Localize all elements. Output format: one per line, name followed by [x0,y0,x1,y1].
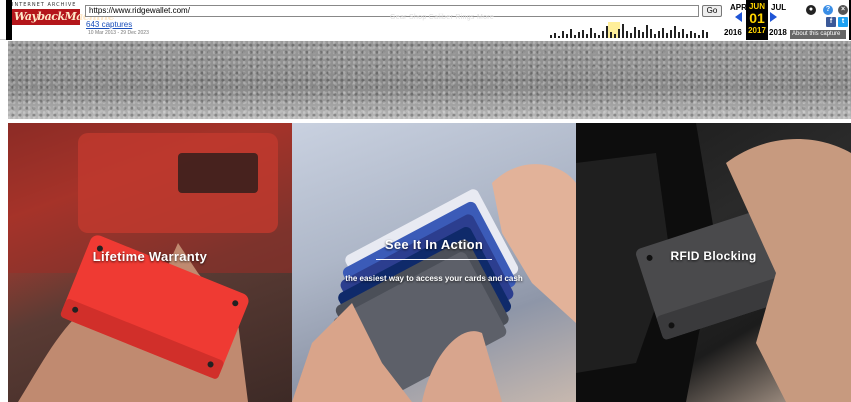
histogram-bar [686,34,688,38]
histogram-bar [590,28,592,38]
page: INTERNET ARCHIVE WaybackMachine https://… [0,0,851,402]
go-button[interactable]: Go [702,5,722,17]
histogram-bar [606,26,608,38]
histogram-bar [578,32,580,38]
user-icon[interactable]: ● [806,5,816,15]
panel-title: Lifetime Warranty [92,249,208,264]
histogram-bar [594,33,596,38]
left-margin [0,119,8,402]
histogram-bar [698,35,700,38]
current-year: 2017 [748,26,766,35]
histogram-bar [554,33,556,38]
about-capture-label: About this capture [792,31,841,37]
histogram-bar [674,26,676,38]
histogram-bar [662,28,664,38]
close-icon[interactable]: × [838,5,848,15]
captures-link[interactable]: 643 captures [86,20,132,29]
histogram-bar [670,30,672,38]
histogram-bar [626,31,628,38]
histogram-bar [550,35,552,38]
histogram-bar [646,25,648,38]
next-month[interactable]: JUL [771,3,786,12]
panel-subtitle: the easiest way to access your cards and… [345,274,523,283]
histogram-bar [690,31,692,38]
ghost-site-nav: Gear Shop Caliber Rings More [390,14,495,21]
histogram-bar [642,32,644,38]
histogram-bar [566,34,568,38]
current-day: 01 [749,10,765,26]
histogram-bar [562,31,564,38]
histogram-bar [650,29,652,38]
next-capture-arrow-icon[interactable] [770,12,777,22]
histogram-bar [618,29,620,38]
wayback-logo[interactable]: INTERNET ARCHIVE WaybackMachine [12,2,115,36]
panel-title: See It In Action [384,237,484,252]
current-date: JUN 01 2017 [746,0,768,40]
histogram-bar [634,27,636,38]
about-capture-button[interactable]: About this capture [790,30,846,39]
histogram-bar [558,36,560,38]
histogram-bar [610,32,612,38]
title-divider [376,259,492,260]
prev-year[interactable]: 2016 [724,28,742,37]
histogram-bar [654,34,656,38]
histogram-bar [694,33,696,38]
capture-date-range: 10 Mar 2013 - 29 Dec 2023 [88,30,149,36]
histogram-bar [598,35,600,38]
histogram-bar [702,30,704,38]
histogram-bar [630,33,632,38]
histogram-bar [586,34,588,38]
help-icon[interactable]: ? [823,5,833,15]
archive-label: INTERNET ARCHIVE [12,2,77,8]
histogram-bar [582,30,584,38]
histogram-bar [614,34,616,38]
histogram-bar [666,33,668,38]
wayback-logo-text: WaybackMachine [12,9,115,25]
wayback-toolbar: INTERNET ARCHIVE WaybackMachine https://… [0,0,851,40]
capture-histogram[interactable] [550,20,720,38]
facebook-icon[interactable]: f [826,17,836,27]
prev-month[interactable]: APR [730,3,747,12]
panel-lifetime-warranty[interactable]: Lifetime Warranty [8,123,292,402]
hero-gravel-banner [8,41,851,119]
histogram-bar [622,24,624,38]
histogram-bar [570,29,572,38]
panel-title: RFID Blocking [670,249,757,263]
histogram-bar [638,30,640,38]
next-year[interactable]: 2018 [769,28,787,37]
histogram-bar [602,31,604,38]
histogram-bar [682,29,684,38]
histogram-bar [678,32,680,38]
twitter-icon[interactable]: t [838,17,848,27]
panel-rfid-blocking[interactable]: RFID Blocking [576,123,851,402]
histogram-bar [574,35,576,38]
histogram-bar [706,32,708,38]
action-photo [292,164,576,402]
prev-capture-arrow-icon[interactable] [735,12,742,22]
panel-see-it-in-action[interactable]: See It In Action the easiest way to acce… [292,123,576,402]
histogram-bar [658,31,660,38]
